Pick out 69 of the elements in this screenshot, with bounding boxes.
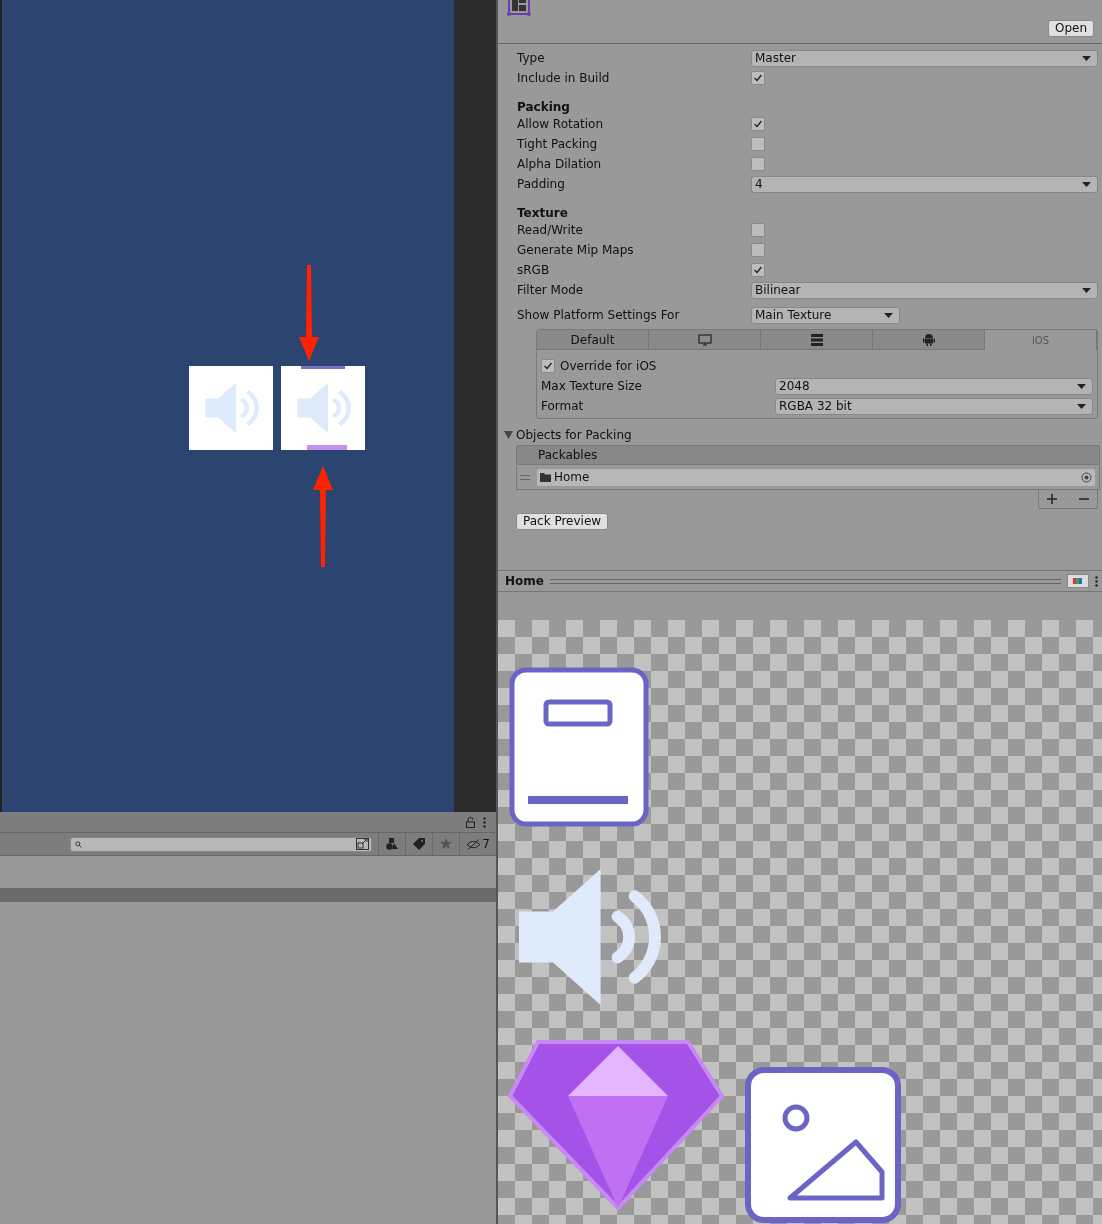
property-label: Type: [517, 51, 546, 65]
checkbox[interactable]: [541, 359, 555, 373]
property-label: Generate Mip Maps: [517, 243, 635, 257]
checkbox[interactable]: [751, 223, 765, 237]
property-label: Max Texture Size: [541, 379, 643, 393]
section-label: Objects for Packing: [516, 428, 632, 442]
target-icon[interactable]: [1081, 471, 1092, 483]
open-window-icon[interactable]: [356, 838, 370, 850]
lock-icon[interactable]: [466, 816, 475, 828]
section-header: Packing: [517, 100, 570, 114]
more-options-icon[interactable]: [483, 816, 486, 828]
checkbox[interactable]: [751, 243, 765, 257]
dropdown[interactable]: Main Texture: [751, 306, 900, 324]
server-icon: [810, 333, 823, 346]
hidden-eye-icon[interactable]: [466, 838, 482, 850]
shapes-icon[interactable]: [386, 838, 399, 850]
more-options-icon[interactable]: [1095, 575, 1098, 587]
checkbox[interactable]: [751, 117, 765, 131]
preview-title: Home: [505, 574, 544, 588]
caret-icon: [1082, 287, 1091, 293]
checkbox[interactable]: [751, 157, 765, 171]
property-label: Tight Packing: [517, 137, 599, 151]
property-label: Filter Mode: [517, 283, 585, 297]
dropdown[interactable]: Master: [751, 49, 1098, 67]
list-header: Packables: [516, 445, 1100, 465]
android-icon: [922, 333, 935, 346]
color-channels-icon[interactable]: [1067, 574, 1089, 588]
property-label: Allow Rotation: [517, 117, 605, 131]
dropdown[interactable]: 2048: [775, 377, 1093, 395]
hidden-count: 7: [482, 837, 490, 851]
arrow-icon: [299, 265, 319, 361]
checkbox[interactable]: [751, 263, 765, 277]
plus-icon[interactable]: [1047, 494, 1057, 504]
checkbox[interactable]: [751, 137, 765, 151]
property-label: Format: [541, 399, 585, 413]
checkbox[interactable]: [751, 71, 765, 85]
dropdown[interactable]: 4: [751, 175, 1098, 193]
caret-icon: [1082, 55, 1091, 61]
tag-icon[interactable]: [413, 838, 426, 850]
checkbox-label: Override for iOS: [560, 359, 657, 373]
open-button[interactable]: Open: [1047, 20, 1094, 37]
sprite-atlas-icon: [507, 0, 533, 18]
object-field[interactable]: Home: [536, 467, 1096, 487]
property-label: sRGB: [517, 263, 551, 277]
caret-icon: [884, 312, 893, 318]
section-header: Texture: [517, 206, 568, 220]
star-icon[interactable]: [440, 838, 453, 850]
property-label: Alpha Dilation: [517, 157, 603, 171]
property-label: Read/Write: [517, 223, 584, 237]
arrow-icon: [313, 466, 333, 567]
drag-handle-icon[interactable]: [520, 474, 530, 480]
platform-tab[interactable]: [649, 330, 761, 350]
caret-icon: [1077, 383, 1086, 389]
dropdown[interactable]: RGBA 32 bit: [775, 397, 1093, 415]
pack-preview-button[interactable]: Pack Preview: [516, 513, 609, 530]
platform-tab[interactable]: [761, 330, 873, 350]
monitor-icon: [697, 333, 712, 346]
platform-tab[interactable]: Default: [537, 330, 649, 350]
property-label: Show Platform Settings For: [517, 308, 681, 322]
foldout-arrow-icon[interactable]: [504, 431, 513, 439]
platform-tab[interactable]: [873, 330, 985, 350]
property-label: Include in Build: [517, 71, 611, 85]
dropdown[interactable]: Bilinear: [751, 281, 1098, 299]
caret-icon: [1077, 403, 1086, 409]
search-field[interactable]: [70, 836, 373, 852]
property-label: Padding: [517, 177, 566, 191]
search-icon: [75, 840, 83, 848]
caret-icon: [1082, 181, 1091, 187]
folder-icon: [540, 472, 551, 482]
